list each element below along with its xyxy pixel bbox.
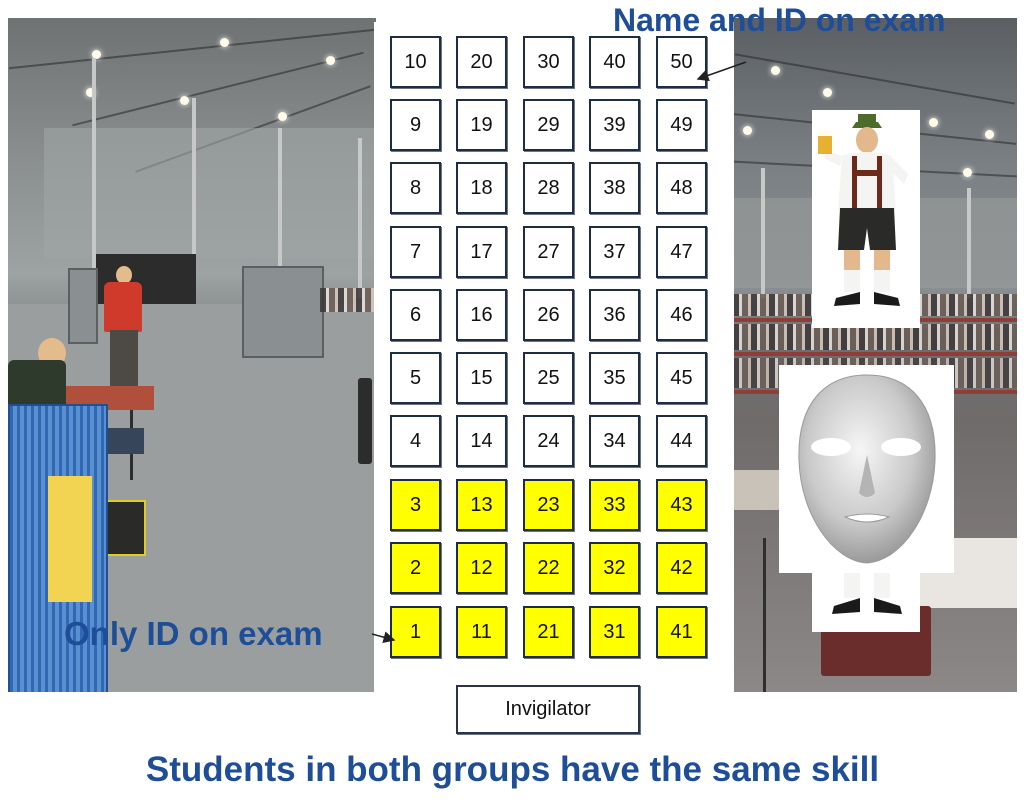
- only-id-arrow: [371, 631, 396, 644]
- arrows-layer: [371, 61, 747, 644]
- name-and-id-label: Name and ID on exam: [613, 2, 946, 38]
- caption: Students in both groups have the same sk…: [145, 750, 880, 789]
- only-id-label: Only ID on exam: [64, 615, 323, 652]
- name-id-arrow: [696, 61, 747, 82]
